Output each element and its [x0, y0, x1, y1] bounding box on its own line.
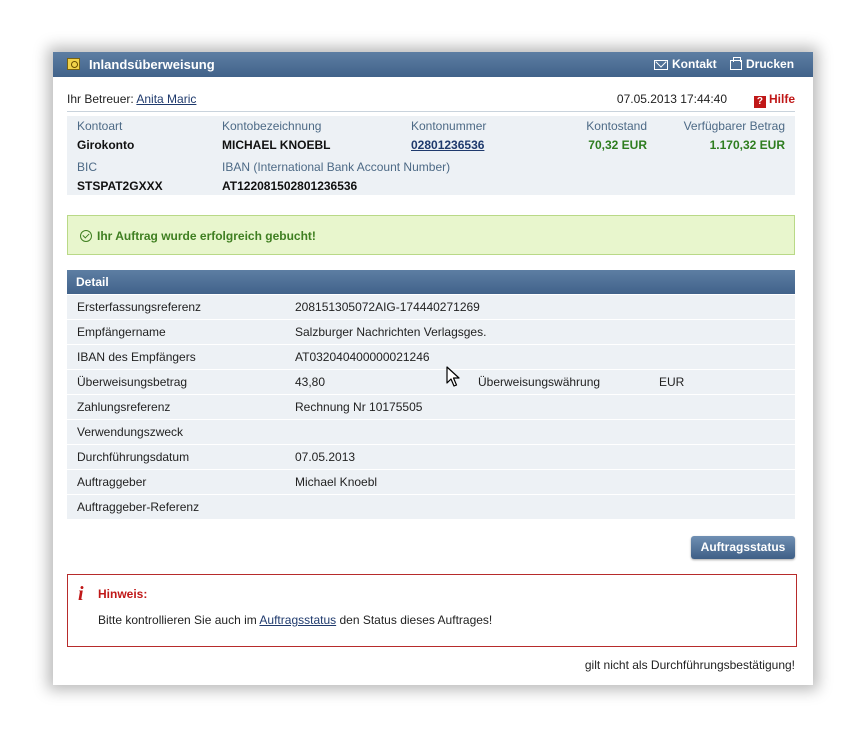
iban-value: AT122081502801236536: [222, 179, 358, 193]
table-row: Überweisungsbetrag 43,80 Überweisungswäh…: [67, 370, 795, 395]
bic-header: BIC: [77, 160, 98, 174]
print-link[interactable]: Drucken: [730, 57, 794, 71]
detail-header: Detail: [67, 270, 795, 294]
success-message: Ihr Auftrag wurde erfolgreich gebucht!: [97, 229, 316, 243]
print-label: Drucken: [746, 57, 795, 71]
detail-label: Auftraggeber: [77, 475, 147, 489]
table-row: Auftraggeber-Referenz: [67, 495, 795, 520]
help-label: Hilfe: [768, 92, 795, 106]
advisor-name-link[interactable]: Anita Maric: [136, 92, 196, 106]
info-icon: i: [78, 583, 84, 605]
advisor-label: Ihr Betreuer: Anita Maric: [67, 92, 196, 106]
notice-title: Hinweis:: [98, 587, 148, 601]
account-info-panel: Kontoart Kontobezeichnung Kontonummer Ko…: [67, 116, 795, 195]
contact-label: Kontakt: [672, 57, 717, 71]
detail-label: Ersterfassungsreferenz: [77, 300, 202, 314]
balance-value: 70,32 EUR: [588, 138, 647, 152]
detail-value: Rechnung Nr 10175505: [295, 400, 423, 414]
detail-value: Michael Knoebl: [295, 475, 378, 489]
detail-value-secondary: EUR: [659, 375, 685, 389]
envelope-icon: [654, 60, 668, 70]
advisor-row: Ihr Betreuer: Anita Maric 07.05.2013 17:…: [67, 92, 795, 112]
window-title: Inlandsüberweisung: [89, 57, 215, 72]
iban-header: IBAN (International Bank Account Number): [222, 160, 451, 174]
account-name-header: Kontobezeichnung: [222, 119, 322, 133]
mouse-cursor-icon: [446, 366, 460, 387]
bic-value: STSPAT2GXXX: [77, 179, 163, 193]
help-icon: ?: [753, 96, 766, 108]
order-status-button[interactable]: Auftragsstatus: [691, 536, 795, 559]
order-status-link[interactable]: Auftragsstatus: [259, 613, 336, 627]
notice-text: Bitte kontrollieren Sie auch im Auftrags…: [98, 613, 492, 627]
advisor-label-text: Ihr Betreuer:: [67, 92, 134, 106]
detail-title: Detail: [76, 275, 109, 289]
balance-header: Kontostand: [586, 119, 647, 133]
available-value: 1.170,32 EUR: [709, 138, 785, 152]
account-number-header: Kontonummer: [411, 119, 487, 133]
table-row: Auftraggeber Michael Knoebl: [67, 470, 795, 495]
detail-label-secondary: Überweisungswährung: [478, 375, 601, 389]
detail-label: Überweisungsbetrag: [77, 375, 188, 389]
detail-value: 07.05.2013: [295, 450, 356, 464]
detail-label: Zahlungsreferenz: [77, 400, 171, 414]
notice-text-before: Bitte kontrollieren Sie auch im: [98, 613, 257, 627]
help-link[interactable]: ? Hilfe: [753, 92, 795, 108]
table-row: Durchführungsdatum 07.05.2013: [67, 445, 795, 470]
title-bar: Inlandsüberweisung Kontakt Drucken: [53, 52, 813, 77]
detail-label: IBAN des Empfängers: [77, 350, 196, 364]
detail-label: Auftraggeber-Referenz: [77, 500, 200, 514]
detail-value: 208151305072AIG-174440271269: [295, 300, 480, 314]
available-header: Verfügbarer Betrag: [683, 119, 785, 133]
table-row: Empfängername Salzburger Nachrichten Ver…: [67, 320, 795, 345]
table-row: Verwendungszweck: [67, 420, 795, 445]
detail-value: 43,80: [295, 375, 326, 389]
contact-link[interactable]: Kontakt: [654, 57, 717, 71]
success-banner: Ihr Auftrag wurde erfolgreich gebucht!: [67, 215, 795, 255]
printer-icon: [730, 57, 742, 70]
transfer-window: Inlandsüberweisung Kontakt Drucken Ihr B…: [53, 52, 813, 685]
table-row: Zahlungsreferenz Rechnung Nr 10175505: [67, 395, 795, 420]
detail-label: Empfängername: [77, 325, 166, 339]
table-row: Ersterfassungsreferenz 208151305072AIG-1…: [67, 295, 795, 320]
detail-label: Verwendungszweck: [77, 425, 184, 439]
notice-box: i Hinweis: Bitte kontrollieren Sie auch …: [67, 574, 797, 647]
transfer-icon: [67, 58, 80, 70]
account-name-value: MICHAEL KNOEBL: [222, 138, 331, 152]
detail-value: AT032040400000021246: [295, 350, 430, 364]
detail-label: Durchführungsdatum: [77, 450, 190, 464]
check-circle-icon: [80, 230, 92, 242]
account-number-link[interactable]: 02801236536: [411, 138, 484, 152]
table-row: IBAN des Empfängers AT032040400000021246: [67, 345, 795, 370]
footer-note: gilt nicht als Durchführungsbestätigung!: [584, 658, 795, 672]
account-type-value: Girokonto: [77, 138, 135, 152]
account-type-header: Kontoart: [77, 119, 123, 133]
notice-text-after: den Status dieses Auftrages!: [339, 613, 493, 627]
timestamp: 07.05.2013 17:44:40: [616, 92, 727, 106]
detail-value: Salzburger Nachrichten Verlagsges.: [295, 325, 487, 339]
